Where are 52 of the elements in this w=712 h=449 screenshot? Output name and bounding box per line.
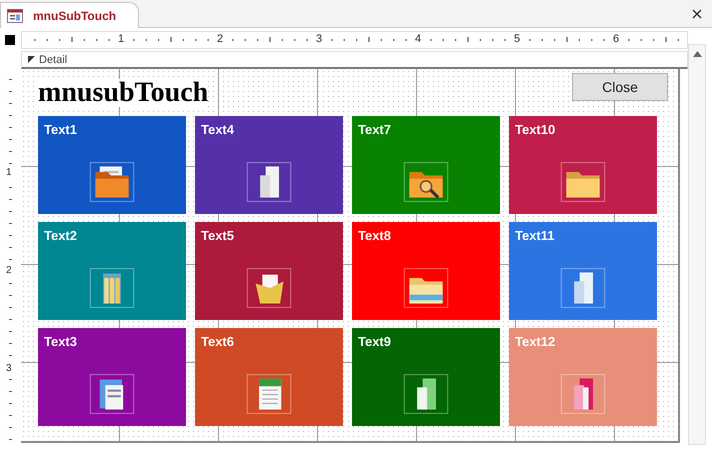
- ruler-number: 5: [514, 33, 520, 45]
- ruler-number: 3: [316, 33, 322, 45]
- open-folder-icon: [245, 268, 293, 308]
- menu-tile[interactable]: Text11: [509, 222, 657, 320]
- spreadsheet-icon: [245, 374, 293, 414]
- menu-tile[interactable]: Text9: [352, 328, 500, 426]
- tile-label: Text7: [358, 122, 391, 137]
- menu-tile[interactable]: Text6: [195, 328, 343, 426]
- address-book-icon: [88, 374, 136, 414]
- tile-label: Text3: [44, 334, 77, 349]
- folder-icon: [245, 162, 293, 202]
- folder-icon: [559, 162, 607, 202]
- ruler-number: 2: [217, 33, 224, 45]
- search-folder-icon: [402, 162, 450, 202]
- folder-icon: [402, 268, 450, 308]
- ruler-number: 4: [415, 33, 422, 45]
- tile-label: Text5: [201, 228, 234, 243]
- menu-tile[interactable]: Text8: [352, 222, 500, 320]
- close-icon[interactable]: [692, 9, 702, 19]
- folder-icon: [88, 268, 136, 308]
- tile-label: Text9: [358, 334, 391, 349]
- ruler-number: 3: [6, 363, 12, 374]
- tile-label: Text11: [515, 228, 555, 243]
- tile-label: Text2: [44, 228, 77, 243]
- menu-tile[interactable]: Text7: [352, 116, 500, 214]
- ruler-number: 1: [118, 33, 124, 45]
- menu-tile[interactable]: Text3: [38, 328, 186, 426]
- ruler-number: 2: [6, 265, 12, 276]
- menu-tile[interactable]: Text4: [195, 116, 343, 214]
- tile-label: Text8: [358, 228, 391, 243]
- tile-label: Text1: [44, 122, 77, 137]
- folder-icon: [402, 374, 450, 414]
- menu-tile[interactable]: Text1: [38, 116, 186, 214]
- tile-label: Text10: [515, 122, 556, 137]
- form-title: mnusubTouch: [38, 79, 208, 107]
- folder-icon: [559, 374, 607, 414]
- document-tab[interactable]: mnuSubTouch: [0, 2, 140, 28]
- scrollbar[interactable]: [688, 44, 706, 445]
- folder-icon: [88, 162, 136, 202]
- ruler-number: 1: [6, 167, 12, 178]
- close-button[interactable]: Close: [572, 73, 668, 101]
- tile-label: Text4: [201, 122, 234, 137]
- form-icon: [7, 8, 23, 22]
- menu-tile[interactable]: Text2: [38, 222, 186, 320]
- tile-label: Text6: [201, 334, 234, 349]
- collapse-icon: [28, 56, 35, 63]
- ruler-number: 6: [613, 33, 620, 45]
- scroll-up-icon[interactable]: [692, 51, 702, 57]
- menu-tile[interactable]: Text10: [509, 116, 657, 214]
- folder-icon: [559, 268, 607, 308]
- tile-label: Text12: [515, 334, 556, 349]
- menu-tile[interactable]: Text5: [195, 222, 343, 320]
